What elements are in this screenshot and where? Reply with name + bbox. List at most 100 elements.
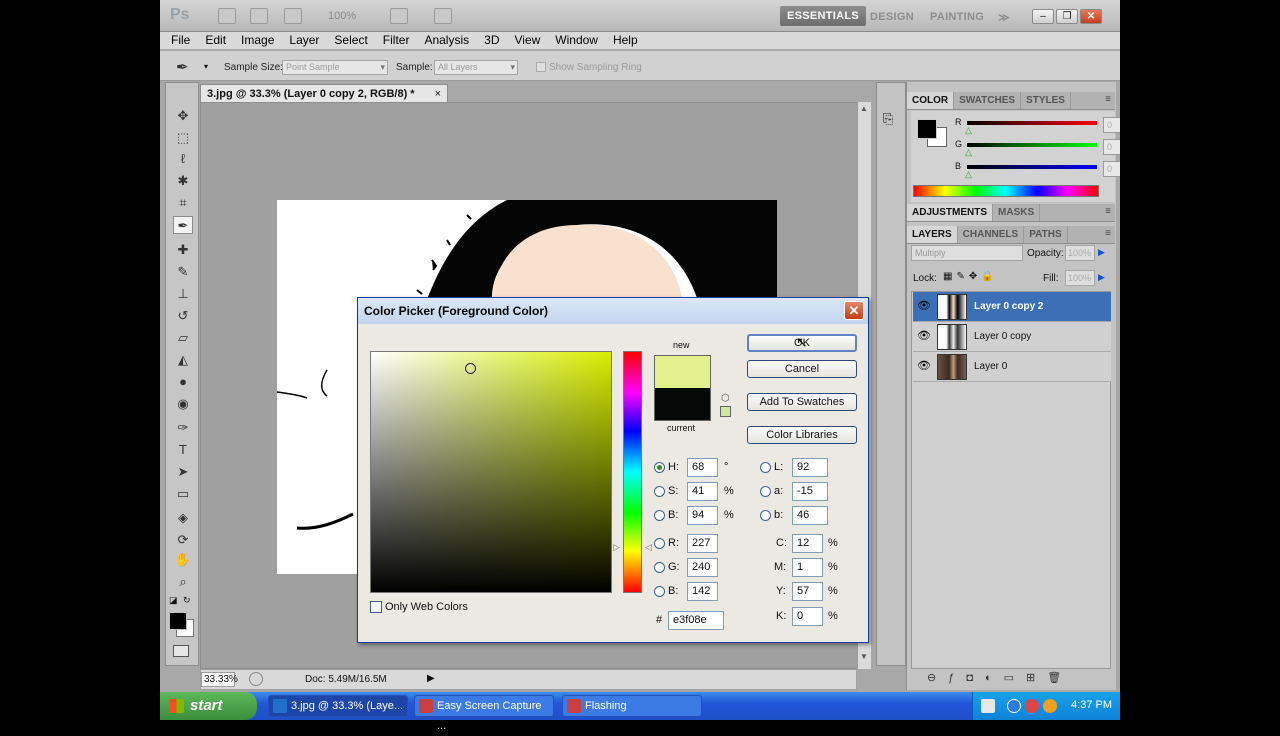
- menu-3d[interactable]: 3D: [484, 32, 499, 49]
- layer-row[interactable]: 👁 Layer 0: [913, 352, 1111, 382]
- brush-tool-icon[interactable]: ✎: [173, 263, 193, 281]
- web-safe-swatch[interactable]: [720, 406, 731, 417]
- opacity-arrow-icon[interactable]: ▶: [1098, 247, 1105, 258]
- quick-mask-icon[interactable]: [173, 645, 189, 657]
- add-to-swatches-button[interactable]: Add To Swatches: [747, 393, 857, 411]
- black-input[interactable]: 0: [792, 607, 823, 626]
- workspace-design[interactable]: DESIGN: [870, 11, 914, 23]
- marquee-tool-icon[interactable]: ⬚: [173, 129, 193, 147]
- quick-select-tool-icon[interactable]: ✱: [173, 172, 193, 190]
- fill-arrow-icon[interactable]: ▶: [1098, 272, 1105, 283]
- tab-layers[interactable]: LAYERS: [907, 226, 958, 243]
- opacity-field[interactable]: 100%: [1065, 245, 1095, 261]
- tab-swatches[interactable]: SWATCHES: [954, 92, 1022, 109]
- tool-preset-chevron-icon[interactable]: ▾: [204, 62, 208, 71]
- menu-file[interactable]: File: [171, 32, 190, 49]
- swap-colors-icon[interactable]: ↻: [183, 595, 191, 606]
- menu-filter[interactable]: Filter: [383, 32, 410, 49]
- sample-size-select[interactable]: Point Sample: [282, 60, 388, 75]
- history-panel-icon[interactable]: ⎘: [883, 111, 893, 127]
- menu-edit[interactable]: Edit: [205, 32, 226, 49]
- red-radio[interactable]: [654, 538, 665, 549]
- magenta-input[interactable]: 1: [792, 558, 823, 577]
- menu-window[interactable]: Window: [555, 32, 598, 49]
- mini-bridge-icon[interactable]: [250, 8, 268, 24]
- hue-slider-left-arrow-icon[interactable]: ▷: [613, 542, 620, 553]
- hex-input[interactable]: e3f08e: [668, 611, 724, 630]
- layer-row[interactable]: 👁 Layer 0 copy 2: [913, 292, 1111, 322]
- fill-field[interactable]: 100%: [1065, 270, 1095, 286]
- brightness-radio[interactable]: [654, 510, 665, 521]
- lock-icons[interactable]: ▦✎✥🔒: [943, 271, 998, 282]
- layers-menu-icon[interactable]: ≡: [1105, 228, 1111, 239]
- 3d-rotate-tool-icon[interactable]: ◈: [173, 509, 193, 527]
- lab-b-radio[interactable]: [760, 510, 771, 521]
- clone-stamp-tool-icon[interactable]: ⊥: [173, 285, 193, 303]
- green-input[interactable]: 240: [687, 558, 718, 577]
- show-sampling-ring-checkbox[interactable]: [536, 62, 546, 72]
- status-zoom-field[interactable]: 33.33%: [201, 672, 238, 687]
- menu-layer[interactable]: Layer: [289, 32, 319, 49]
- panel-menu-icon[interactable]: ≡: [1105, 94, 1111, 105]
- lab-l-radio[interactable]: [760, 462, 771, 473]
- cyan-input[interactable]: 12: [792, 534, 823, 553]
- dodge-tool-icon[interactable]: ◉: [173, 395, 193, 413]
- red-input[interactable]: 227: [687, 534, 718, 553]
- arrange-documents-icon[interactable]: [390, 8, 408, 24]
- minimize-icon[interactable]: –: [1032, 9, 1054, 24]
- scroll-up-icon[interactable]: ▲: [860, 104, 868, 113]
- visibility-eye-icon[interactable]: 👁: [915, 359, 933, 372]
- menu-help[interactable]: Help: [613, 32, 638, 49]
- blend-mode-select[interactable]: Multiply: [911, 245, 1023, 261]
- security-tray-icon[interactable]: [1043, 699, 1057, 713]
- panel-foreground-swatch[interactable]: [917, 119, 937, 139]
- history-brush-tool-icon[interactable]: ↺: [173, 307, 193, 325]
- default-colors-icon[interactable]: ◪: [169, 595, 178, 606]
- capture-tray-icon[interactable]: [1025, 699, 1039, 713]
- workspace-essentials[interactable]: ESSENTIALS: [780, 6, 867, 26]
- help-tray-icon[interactable]: [981, 699, 995, 713]
- tab-masks[interactable]: MASKS: [993, 204, 1041, 221]
- tab-styles[interactable]: STYLES: [1021, 92, 1071, 109]
- type-tool-icon[interactable]: T: [173, 441, 193, 459]
- lab-a-radio[interactable]: [760, 486, 771, 497]
- lab-l-input[interactable]: 92: [792, 458, 828, 477]
- only-web-colors-checkbox[interactable]: [370, 601, 382, 613]
- scroll-down-icon[interactable]: ▼: [860, 652, 868, 661]
- close-icon[interactable]: ✕: [1080, 9, 1102, 24]
- layer-footer-icons[interactable]: ⊖ƒ◘◐▭⊞🗑: [927, 671, 1073, 684]
- menu-analysis[interactable]: Analysis: [424, 32, 469, 49]
- saturation-radio[interactable]: [654, 486, 665, 497]
- document-tab[interactable]: 3.jpg @ 33.3% (Layer 0 copy 2, RGB/8) * …: [200, 84, 448, 103]
- adjustments-menu-icon[interactable]: ≡: [1105, 206, 1111, 217]
- hue-input[interactable]: 68: [687, 458, 718, 477]
- cancel-button[interactable]: Cancel: [747, 360, 857, 378]
- healing-brush-tool-icon[interactable]: ✚: [173, 241, 193, 259]
- zoom-tool-icon[interactable]: ⌕: [173, 573, 193, 591]
- taskbar-item-photoshop[interactable]: 3.jpg @ 33.3% (Laye...: [268, 695, 408, 717]
- lasso-tool-icon[interactable]: ℓ: [173, 150, 193, 168]
- color-spectrum-ramp[interactable]: [913, 185, 1099, 197]
- menu-select[interactable]: Select: [334, 32, 367, 49]
- blue-radio[interactable]: [654, 586, 665, 597]
- document-close-icon[interactable]: ×: [435, 85, 441, 103]
- dialog-close-icon[interactable]: ✕: [844, 301, 864, 320]
- hue-slider[interactable]: [623, 351, 642, 593]
- current-color-swatch[interactable]: [654, 388, 711, 421]
- pen-tool-icon[interactable]: ✑: [173, 419, 193, 437]
- status-menu-icon[interactable]: ▶: [427, 673, 435, 684]
- eraser-tool-icon[interactable]: ▱: [173, 329, 193, 347]
- menu-view[interactable]: View: [514, 32, 540, 49]
- tab-channels[interactable]: CHANNELS: [958, 226, 1025, 243]
- tab-color[interactable]: COLOR: [907, 92, 955, 109]
- start-button[interactable]: start: [160, 692, 257, 720]
- screen-mode-icon[interactable]: [434, 8, 452, 24]
- color-picker-ring[interactable]: [465, 363, 476, 374]
- foreground-color-swatch[interactable]: [169, 612, 187, 630]
- taskbar-item-flashing[interactable]: Flashing: [562, 695, 702, 717]
- gamut-warning-icon[interactable]: ⬡: [721, 393, 730, 404]
- bridge-icon[interactable]: [218, 8, 236, 24]
- saturation-input[interactable]: 41: [687, 482, 718, 501]
- blur-tool-icon[interactable]: ●: [173, 373, 193, 391]
- taskbar-item-screen-capture[interactable]: Easy Screen Capture ...: [414, 695, 554, 732]
